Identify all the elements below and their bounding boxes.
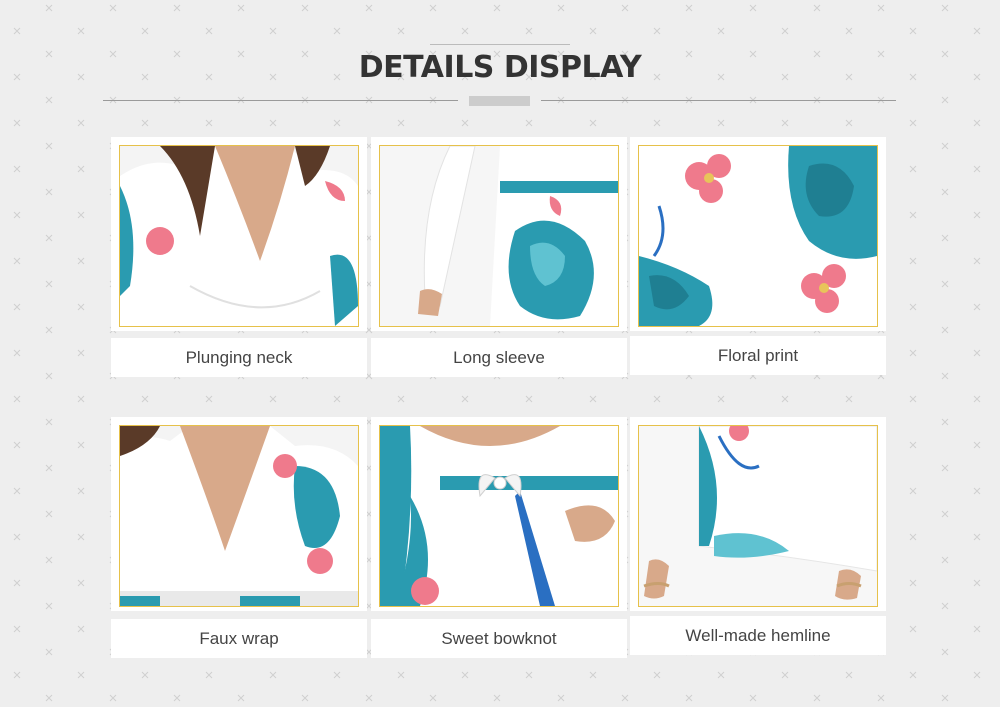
- title-left-rule: [103, 100, 458, 101]
- caption-floral-print: Floral print: [630, 336, 886, 375]
- detail-card-plunging-neck: [111, 137, 367, 331]
- caption-plunging-neck: Plunging neck: [111, 338, 367, 377]
- floral-print-photo: [638, 145, 878, 327]
- caption-hemline: Well-made hemline: [630, 616, 886, 655]
- faux-wrap-photo: [119, 425, 359, 607]
- detail-card-hemline: [630, 417, 886, 611]
- detail-card-long-sleeve: [371, 137, 627, 331]
- sweet-bowknot-photo: [379, 425, 619, 607]
- title-right-rule: [541, 100, 896, 101]
- page-title: DETAILS DISPLAY: [358, 50, 642, 85]
- hemline-photo: [638, 425, 878, 607]
- detail-card-faux-wrap: [111, 417, 367, 611]
- detail-card-sweet-bowknot: [371, 417, 627, 611]
- plunging-neck-photo: [119, 145, 359, 327]
- long-sleeve-photo: [379, 145, 619, 327]
- caption-long-sleeve: Long sleeve: [371, 338, 627, 377]
- caption-faux-wrap: Faux wrap: [111, 619, 367, 658]
- title-top-rule: [430, 44, 570, 45]
- detail-card-floral-print: [630, 137, 886, 331]
- title-center-block: [469, 96, 530, 106]
- caption-sweet-bowknot: Sweet bowknot: [371, 619, 627, 658]
